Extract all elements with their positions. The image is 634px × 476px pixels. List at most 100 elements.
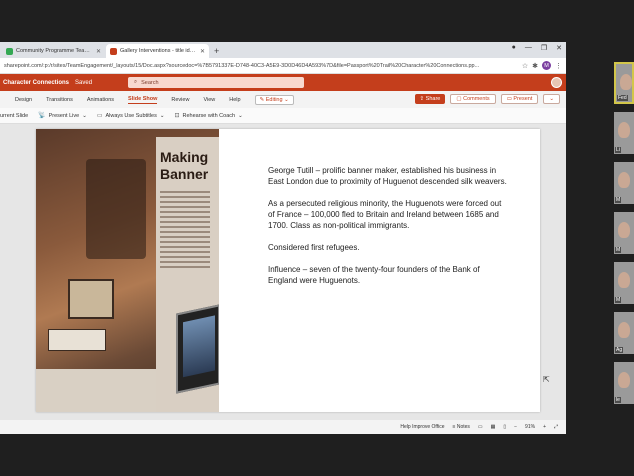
browser-tab-community[interactable]: Community Programme Team O ✕: [2, 44, 105, 58]
slide-sorter-icon[interactable]: ▦: [491, 424, 496, 430]
doc-status: Saved: [75, 79, 93, 86]
photo-panel-text: [160, 191, 210, 271]
participant-face: [618, 322, 630, 338]
notes-label: Notes: [456, 424, 470, 430]
command-label: Always Use Subtitles: [105, 112, 157, 119]
url-field[interactable]: sharepoint.com/:p:/r/sites/TeamEngagemen…: [4, 63, 518, 69]
zoom-out-icon[interactable]: −: [514, 424, 517, 430]
present-label: Present: [513, 96, 533, 102]
address-bar: sharepoint.com/:p:/r/sites/TeamEngagemen…: [0, 58, 566, 74]
photo-framed-text: [48, 329, 106, 351]
participant-tile[interactable]: M: [614, 262, 634, 304]
record-icon[interactable]: ●: [512, 44, 516, 52]
coach-icon: ⊡: [174, 113, 180, 119]
new-tab-button[interactable]: +: [210, 44, 223, 58]
help-improve-office-link[interactable]: Help Improve Office: [400, 424, 444, 430]
chevron-down-icon: ⌄: [284, 96, 289, 103]
ribbon-commands: urrent Slide 📡 Present Live ⌄ ▭ Always U…: [0, 108, 566, 124]
photo-heading-line2: Banner: [160, 166, 209, 182]
participant-name: le: [615, 397, 621, 403]
editing-mode-button[interactable]: ✎ Editing ⌄: [254, 94, 294, 105]
participant-tile[interactable]: Li: [614, 112, 634, 154]
minimize-icon[interactable]: —: [525, 44, 532, 52]
ribbon-actions: ⇪ Share ▢ Comments ▭ Present ⌄: [414, 94, 560, 104]
participant-tile[interactable]: M: [614, 212, 634, 254]
editing-label: Editing: [265, 96, 283, 103]
search-icon: ⌕: [134, 79, 138, 85]
share-icon: ⇪: [419, 96, 425, 102]
tab-help[interactable]: Help: [229, 97, 240, 103]
photo-display-figure: [86, 159, 146, 259]
present-button[interactable]: ▭ Present: [500, 94, 539, 104]
search-input[interactable]: ⌕ Search: [128, 77, 304, 88]
photo-touchscreen: [176, 304, 219, 394]
participant-tile[interactable]: le: [614, 362, 634, 404]
zoom-in-icon[interactable]: +: [543, 424, 546, 430]
participant-tile[interactable]: M: [614, 162, 634, 204]
mouse-cursor-icon: ⇱: [543, 375, 550, 384]
participant-name: M: [615, 197, 622, 203]
slide-paragraph: Influence – seven of the twenty-four fou…: [268, 265, 480, 285]
fit-to-window-icon[interactable]: ⤢: [554, 424, 558, 430]
user-avatar[interactable]: [551, 77, 562, 88]
pencil-icon: ✎: [259, 96, 265, 103]
menu-icon[interactable]: ⋮: [555, 62, 562, 70]
participant-face: [620, 74, 632, 90]
tab-design[interactable]: Design: [15, 97, 32, 103]
doc-title[interactable]: Character Connections: [3, 80, 69, 86]
photo-framed-banner: [68, 279, 114, 319]
participant-tile[interactable]: Fed: [614, 62, 634, 104]
participant-face: [618, 172, 630, 188]
command-label: Present Live: [48, 112, 80, 119]
maximize-icon[interactable]: ❐: [541, 44, 547, 52]
broadcast-icon: 📡: [38, 113, 46, 119]
comment-icon: ▢: [456, 96, 462, 102]
notes-icon: ≡: [452, 424, 456, 430]
slide-paragraph: George Tutill – prolific banner maker, e…: [268, 166, 507, 186]
close-window-icon[interactable]: ✕: [556, 44, 562, 52]
tab-review[interactable]: Review: [171, 97, 189, 103]
profile-avatar[interactable]: M: [542, 61, 551, 70]
rehearse-with-coach-button[interactable]: ⊡ Rehearse with Coach ⌄: [174, 112, 242, 120]
extensions-icon[interactable]: ✱: [532, 62, 538, 70]
ribbon-tabs: Design Transitions Animations Slide Show…: [0, 91, 566, 108]
notes-button[interactable]: ≡ Notes: [453, 424, 470, 430]
participant-name: M: [615, 297, 622, 303]
window-controls: ● — ❐ ✕: [512, 44, 562, 52]
participant-name: Ag: [615, 347, 624, 353]
status-bar: Help Improve Office ≡ Notes ▭ ▦ ▯ − 91% …: [0, 420, 566, 434]
command-label: urrent Slide: [0, 112, 29, 119]
normal-view-icon[interactable]: ▭: [478, 424, 483, 430]
subtitles-button[interactable]: ▭ Always Use Subtitles ⌄: [97, 112, 165, 120]
ppt-titlebar: Character Connections Saved ⌕ Search: [0, 74, 566, 91]
slide-canvas[interactable]: Making Banner George Tutill – prolific b…: [36, 129, 540, 412]
zoom-level[interactable]: 91%: [525, 424, 535, 430]
participant-tile[interactable]: Ag: [614, 312, 634, 354]
search-placeholder: Search: [141, 79, 159, 86]
slide-body-text[interactable]: George Tutill – prolific banner maker, e…: [268, 165, 508, 297]
share-button[interactable]: ⇪ Share: [414, 94, 446, 104]
tab-transitions[interactable]: Transitions: [46, 97, 73, 103]
tab-label: Gallery Interventions - title ideas: [120, 48, 197, 54]
close-icon[interactable]: ✕: [200, 48, 205, 55]
photo-heading-line1: Making: [160, 149, 209, 165]
slide-workspace: Making Banner George Tutill – prolific b…: [0, 124, 566, 420]
slide-paragraph: As a persecuted religious minority, the …: [268, 199, 502, 230]
tab-view[interactable]: View: [203, 97, 215, 103]
browser-tabbar: Community Programme Team O ✕ Gallery Int…: [0, 42, 566, 58]
participant-name: Li: [615, 147, 621, 153]
from-current-slide-button[interactable]: urrent Slide: [0, 113, 28, 119]
comments-button[interactable]: ▢ Comments: [450, 94, 496, 104]
slide-paragraph: Considered first refugees.: [268, 243, 360, 252]
slide-photo[interactable]: Making Banner: [36, 129, 219, 412]
powerpoint-icon: [110, 47, 117, 55]
reading-view-icon[interactable]: ▯: [503, 424, 506, 430]
ribbon-expand-button[interactable]: ⌄: [543, 94, 560, 104]
tab-slide-show[interactable]: Slide Show: [128, 96, 158, 104]
present-live-button[interactable]: 📡 Present Live ⌄: [38, 112, 87, 120]
tab-animations[interactable]: Animations: [87, 97, 114, 103]
close-icon[interactable]: ✕: [96, 48, 101, 55]
command-label: Rehearse with Coach: [182, 112, 236, 119]
browser-tab-gallery[interactable]: Gallery Interventions - title ideas ✕: [106, 44, 209, 58]
star-icon[interactable]: ☆: [522, 62, 528, 70]
